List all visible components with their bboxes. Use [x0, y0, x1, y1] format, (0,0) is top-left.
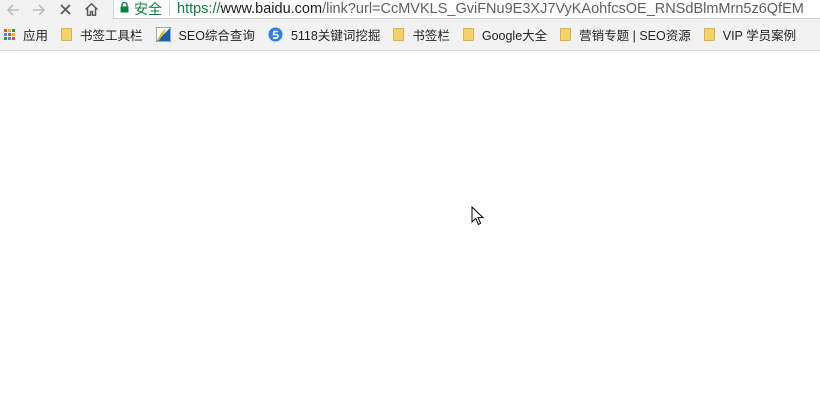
- url-path: /link?url=CcMVKLS_GviFNu9E3XJ7VyKAohfcsO…: [322, 1, 804, 17]
- bookmark-label: 5118关键词挖掘: [290, 29, 381, 43]
- bookmark-folder-vip[interactable]: VIP 学员案例: [703, 25, 797, 44]
- folder-icon: [61, 28, 73, 41]
- bookmark-folder-toolbar[interactable]: 书签工具栏: [61, 25, 143, 44]
- back-button[interactable]: [0, 0, 26, 19]
- mouse-cursor-icon: [471, 205, 485, 231]
- page-content: [0, 51, 820, 418]
- bookmark-label: VIP 学员案例: [722, 29, 797, 43]
- home-icon: [84, 2, 99, 17]
- url-text[interactable]: https://www.baidu.com/link?url=CcMVKLS_G…: [177, 1, 804, 17]
- address-divider: [169, 2, 170, 16]
- browser-toolbar: 安全 https://www.baidu.com/link?url=CcMVKL…: [0, 0, 820, 19]
- folder-icon: [560, 28, 572, 41]
- forward-arrow-icon: [32, 3, 46, 17]
- folder-icon: [462, 28, 474, 41]
- bookmark-apps[interactable]: 应用: [4, 25, 48, 44]
- bookmark-label: 应用: [23, 29, 49, 43]
- bookmark-label: 书签工具栏: [80, 29, 143, 43]
- bookmark-folder-google[interactable]: Google大全: [462, 25, 548, 44]
- url-scheme: https://: [177, 1, 221, 17]
- bookmark-folder-marketing[interactable]: 营销专题 | SEO资源: [560, 25, 691, 44]
- secure-label[interactable]: 安全: [134, 0, 162, 18]
- bookmark-label: Google大全: [481, 29, 548, 43]
- apps-grid-icon: [4, 29, 15, 40]
- address-bar[interactable]: 安全 https://www.baidu.com/link?url=CcMVKL…: [113, 0, 820, 19]
- bookmarks-bar: 应用 书签工具栏 SEO综合查询 5118关键词挖掘 书签栏 Google大全 …: [0, 19, 820, 51]
- back-arrow-icon: [6, 3, 20, 17]
- stop-loading-button[interactable]: [52, 0, 78, 19]
- bookmark-label: 书签栏: [412, 29, 450, 43]
- bookmark-label: 营销专题 | SEO资源: [579, 29, 691, 43]
- forward-button[interactable]: [26, 0, 52, 19]
- lock-icon: [120, 0, 129, 18]
- bookmark-folder-bar[interactable]: 书签栏: [393, 25, 450, 44]
- folder-icon: [393, 28, 405, 41]
- home-button[interactable]: [78, 0, 104, 19]
- seo-site-icon: [155, 27, 171, 42]
- bookmark-5118[interactable]: 5118关键词挖掘: [268, 25, 380, 44]
- close-x-icon: [59, 3, 72, 16]
- 5118-site-icon: [268, 27, 283, 42]
- bookmark-label: SEO综合查询: [178, 29, 255, 43]
- url-host: www.baidu.com: [220, 1, 323, 17]
- folder-icon: [703, 28, 715, 41]
- bookmark-seo-query[interactable]: SEO综合查询: [155, 25, 255, 44]
